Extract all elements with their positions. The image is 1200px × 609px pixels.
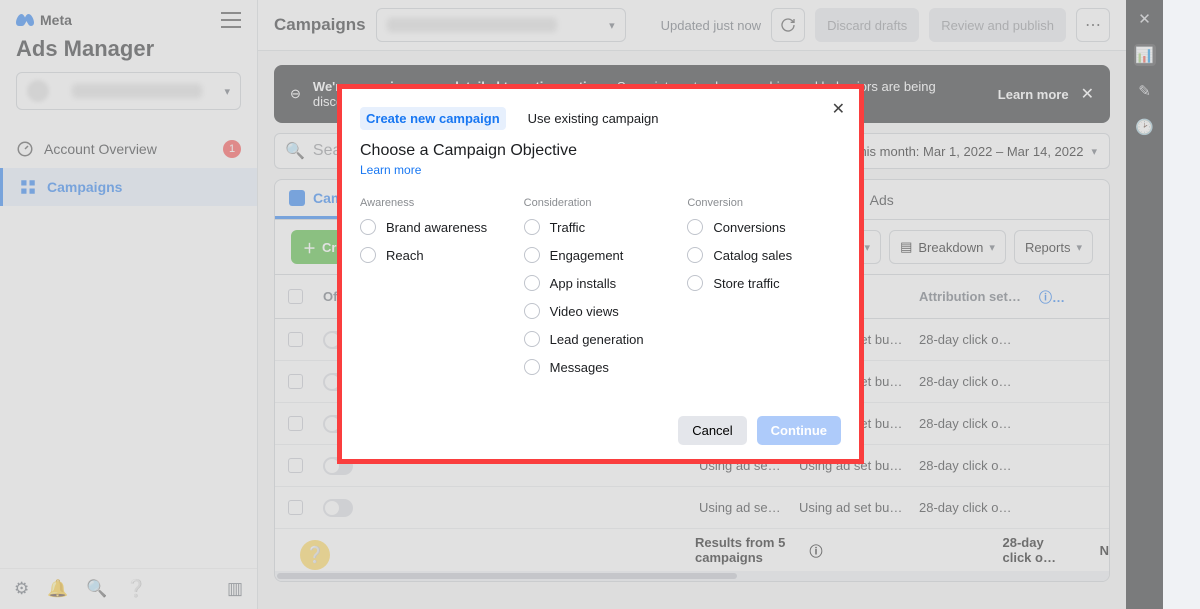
objective-col-consideration: Consideration <box>524 197 678 209</box>
objective-conversions[interactable]: Conversions <box>687 219 841 235</box>
modal-tab-existing[interactable]: Use existing campaign <box>522 107 665 130</box>
objective-traffic[interactable]: Traffic <box>524 219 678 235</box>
objective-reach[interactable]: Reach <box>360 247 514 263</box>
objective-catalog-sales[interactable]: Catalog sales <box>687 247 841 263</box>
objective-col-awareness: Awareness <box>360 197 514 209</box>
objective-engagement[interactable]: Engagement <box>524 247 678 263</box>
continue-button[interactable]: Continue <box>757 416 841 445</box>
objective-col-conversion: Conversion <box>687 197 841 209</box>
modal-learn-more[interactable]: Learn more <box>360 163 841 177</box>
modal-title: Choose a Campaign Objective <box>360 142 841 160</box>
modal-tab-new[interactable]: Create new campaign <box>360 107 506 130</box>
modal-close-icon[interactable]: ✕ <box>832 99 845 119</box>
objective-video-views[interactable]: Video views <box>524 303 678 319</box>
create-campaign-modal: ✕ Create new campaign Use existing campa… <box>337 84 864 464</box>
cancel-button[interactable]: Cancel <box>678 416 746 445</box>
objective-messages[interactable]: Messages <box>524 359 678 375</box>
objective-brand-awareness[interactable]: Brand awareness <box>360 219 514 235</box>
objective-store-traffic[interactable]: Store traffic <box>687 275 841 291</box>
objective-app-installs[interactable]: App installs <box>524 275 678 291</box>
objective-lead-generation[interactable]: Lead generation <box>524 331 678 347</box>
